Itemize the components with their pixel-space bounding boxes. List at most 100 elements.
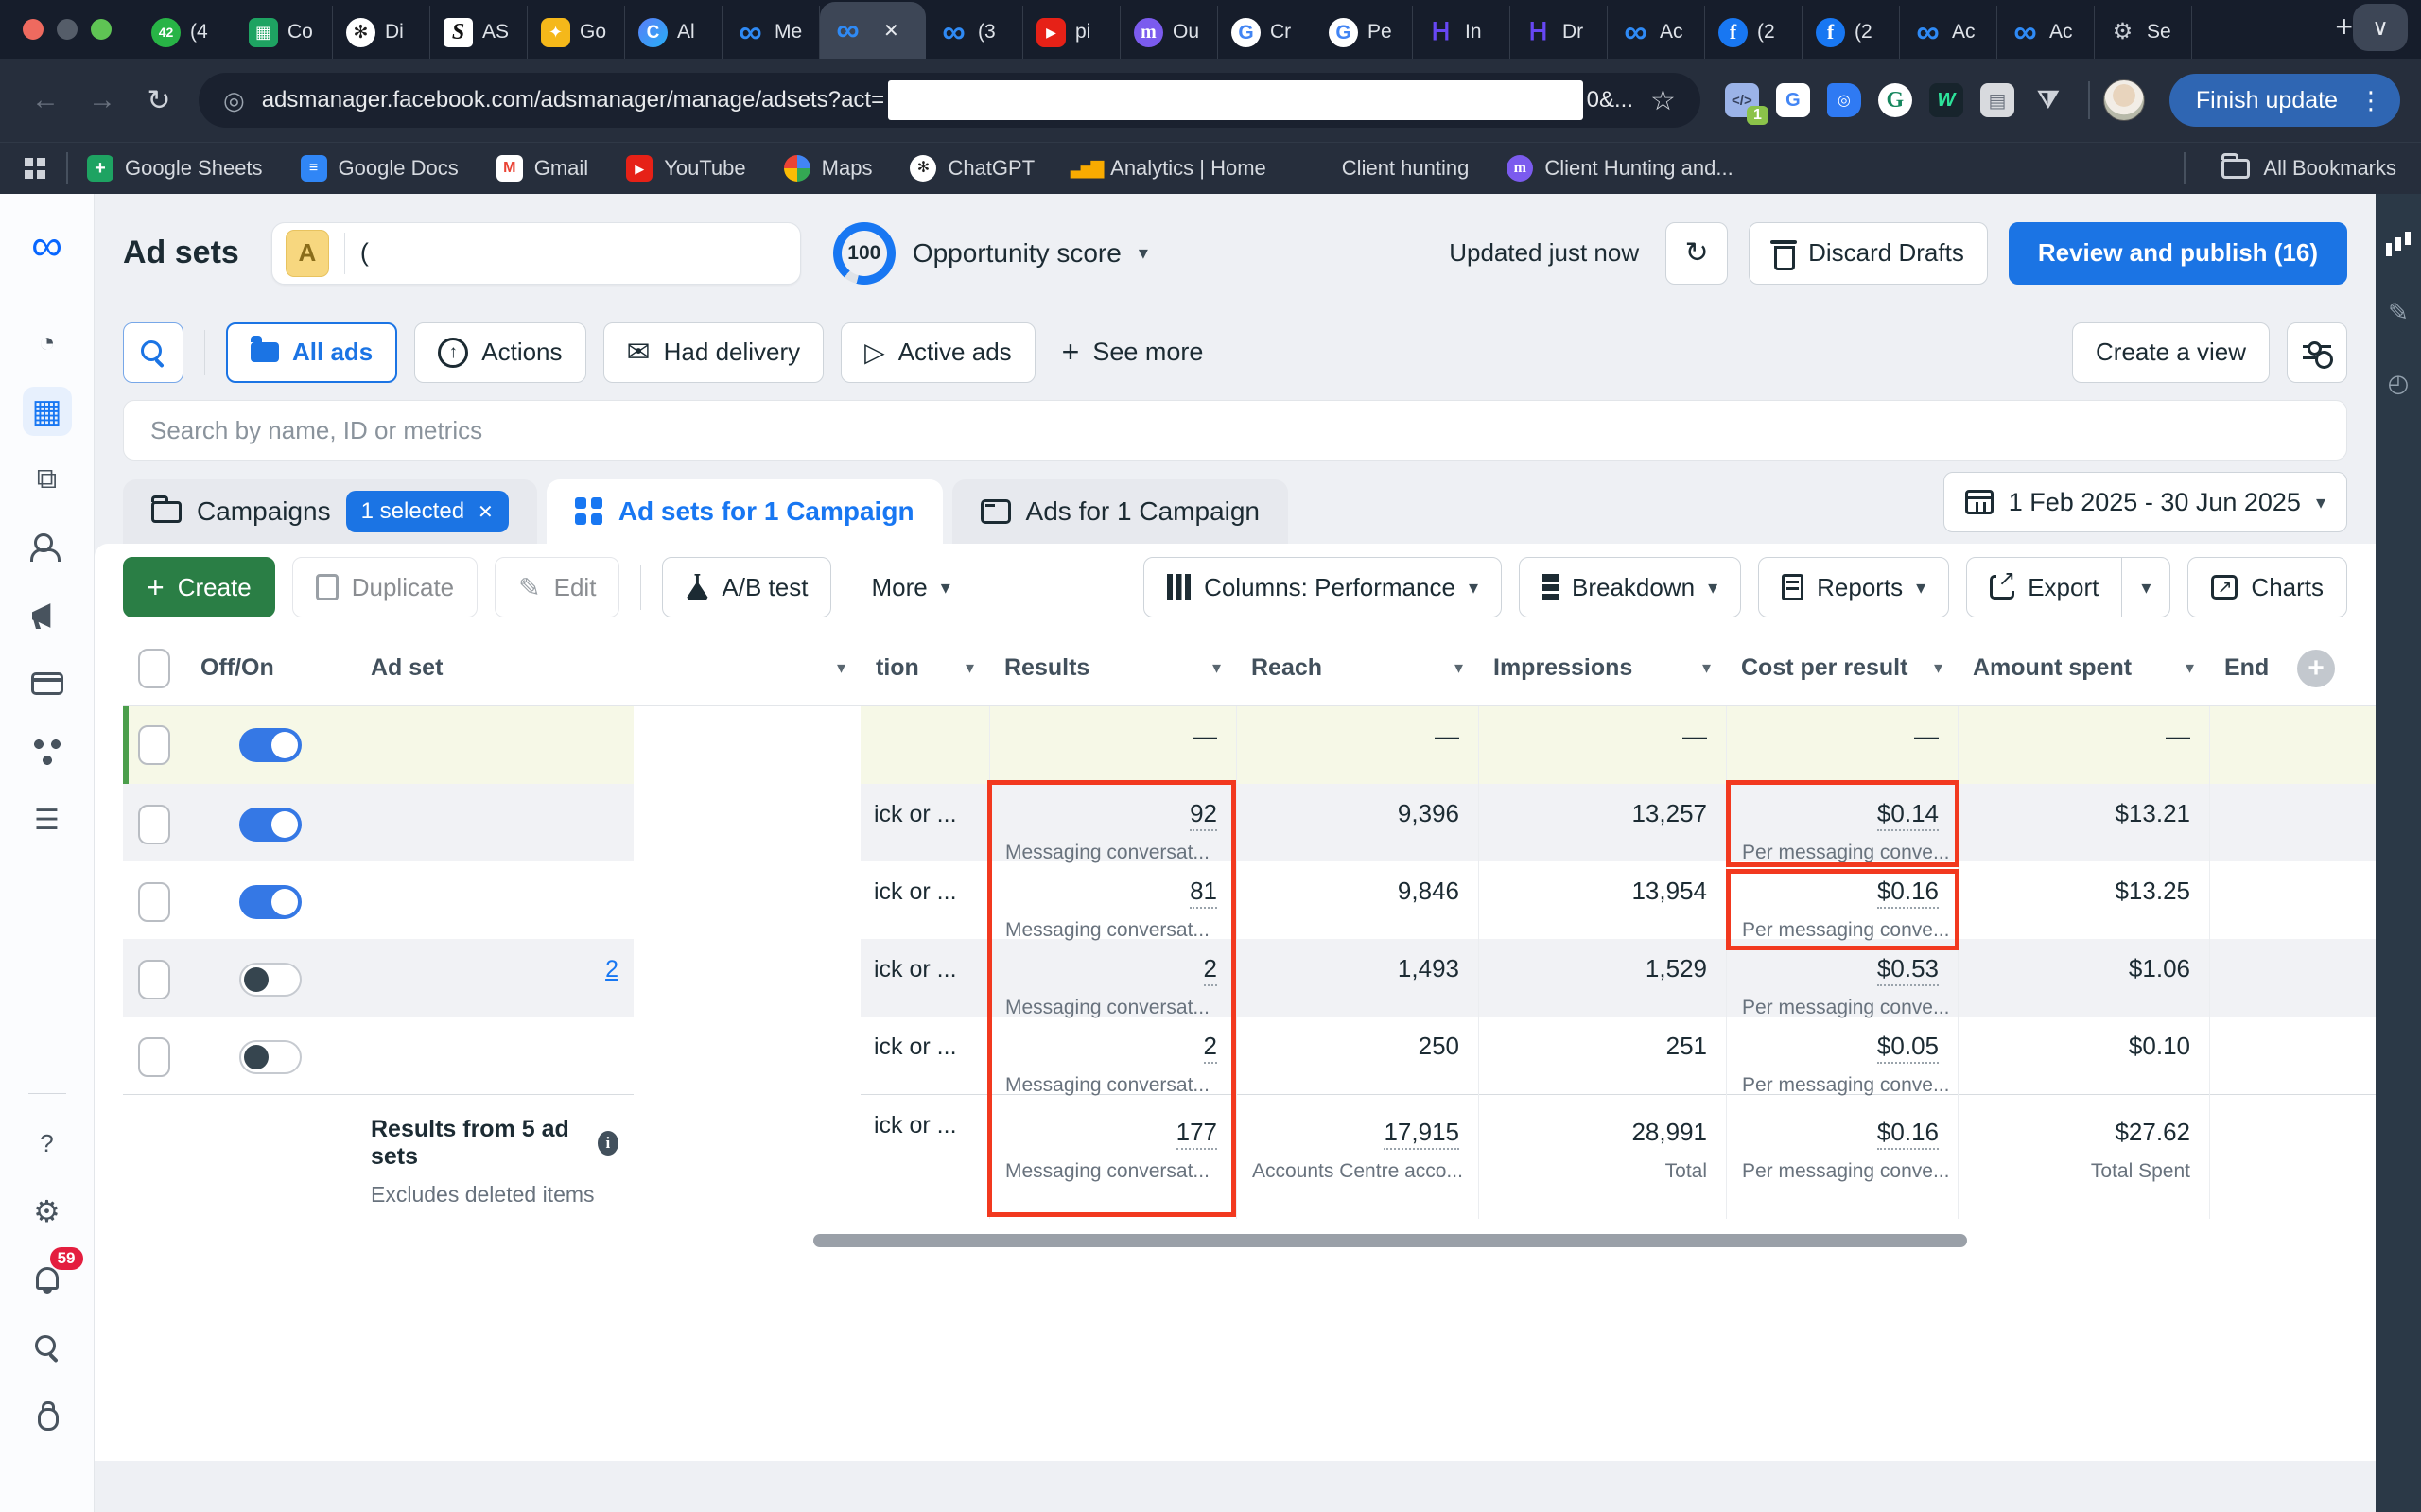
forward-icon[interactable]: →: [78, 76, 127, 125]
selected-filter-badge[interactable]: 1 selected: [345, 491, 509, 532]
ad-set-toggle[interactable]: [239, 884, 302, 919]
filter-search-button[interactable]: [123, 322, 183, 383]
notes-extension-icon[interactable]: ▤: [1979, 83, 2014, 117]
bookmark-item[interactable]: Client hunting: [1304, 155, 1470, 182]
tab-ads[interactable]: Ads for 1 Campaign: [951, 479, 1289, 544]
columns-button[interactable]: Columns: Performance ▾: [1143, 557, 1502, 617]
browser-tab[interactable]: Cr ✕: [1218, 6, 1315, 59]
audiences-people-icon[interactable]: [23, 523, 72, 572]
browser-tab[interactable]: Ac ✕: [1997, 6, 2095, 59]
bookmark-star-icon[interactable]: ☆: [1650, 84, 1676, 117]
charts-button[interactable]: Charts: [2187, 557, 2347, 617]
browser-tab[interactable]: Ac ✕: [1608, 6, 1705, 59]
create-view-button[interactable]: Create a view: [2072, 322, 2270, 383]
clear-selection-icon[interactable]: [478, 498, 494, 525]
bookmark-item[interactable]: Analytics | Home: [1072, 155, 1266, 182]
filter-had-delivery[interactable]: Had delivery: [602, 322, 825, 383]
browser-tab[interactable]: ✕: [820, 2, 926, 59]
export-button[interactable]: Export: [1967, 558, 2121, 617]
bookmark-item[interactable]: Gmail: [496, 155, 588, 182]
tag-extension-icon[interactable]: ◎: [1826, 83, 1861, 117]
billing-card-icon[interactable]: [23, 659, 72, 708]
browser-tab[interactable]: In ✕: [1413, 6, 1510, 59]
table-search-input[interactable]: Search by name, ID or metrics: [123, 400, 2347, 461]
col-end[interactable]: End: [2209, 631, 2282, 705]
history-clock-icon[interactable]: [2388, 369, 2410, 398]
row-checkbox[interactable]: [138, 959, 170, 999]
bookmark-item[interactable]: Client Hunting and...: [1507, 155, 1733, 182]
browser-tab[interactable]: Co ✕: [235, 6, 333, 59]
back-icon[interactable]: ←: [21, 76, 70, 125]
insights-bar-chart-icon[interactable]: [2386, 232, 2411, 256]
close-window-button[interactable]: [23, 19, 44, 40]
col-attribution-partial[interactable]: tion ▾: [861, 631, 989, 705]
settings-gear-icon[interactable]: [23, 1187, 72, 1236]
tab-campaigns[interactable]: Campaigns 1 selected: [123, 479, 537, 544]
ad-set-toggle[interactable]: [239, 807, 302, 842]
col-ad-set[interactable]: Ad set: [356, 631, 634, 705]
ad-set-toggle[interactable]: [239, 728, 302, 762]
review-publish-button[interactable]: Review and publish (16): [2008, 221, 2347, 285]
table-row[interactable]: ick or ... 81 Messaging conversat... 9,84…: [123, 861, 2376, 942]
account-overview-icon[interactable]: [23, 319, 72, 368]
grammarly-extension-icon[interactable]: G: [1877, 83, 1912, 117]
edit-pencil-icon[interactable]: [2388, 298, 2409, 327]
browser-tab[interactable]: Me ✕: [723, 6, 820, 59]
ab-test-button[interactable]: A/B test: [662, 557, 832, 617]
chevron-down-icon[interactable]: ▾: [1139, 241, 1148, 265]
col-ad-set-caret[interactable]: ▾: [634, 631, 861, 705]
w-extension-icon[interactable]: W: [1928, 83, 1963, 117]
browser-tab[interactable]: Go ✕: [528, 6, 625, 59]
table-row[interactable]: ick or ... 92 Messaging conversat... 9,39…: [123, 784, 2376, 864]
more-button[interactable]: More ▾: [848, 557, 972, 617]
browser-tab[interactable]: Ou ✕: [1121, 6, 1218, 59]
browser-tab[interactable]: (3 ✕: [926, 6, 1023, 59]
browser-tab[interactable]: Se ✕: [2095, 6, 2192, 59]
browser-tab[interactable]: (4 ✕: [138, 6, 235, 59]
browser-tab[interactable]: AS ✕: [430, 6, 528, 59]
bookmark-item[interactable]: ChatGPT: [910, 155, 1035, 182]
refresh-button[interactable]: [1665, 221, 1729, 285]
ad-set-toggle[interactable]: [239, 1039, 302, 1074]
browser-tab[interactable]: pi ✕: [1023, 6, 1121, 59]
browser-menu-kebab-icon[interactable]: ⋮: [2351, 86, 2391, 115]
browser-tab[interactable]: (2 ✕: [1705, 6, 1803, 59]
campaigns-grid-icon[interactable]: [22, 387, 72, 436]
help-icon[interactable]: [23, 1119, 72, 1168]
col-off-on[interactable]: Off/On: [185, 631, 356, 705]
tab-search-chevron-button[interactable]: ∨: [2353, 4, 2408, 51]
ad-set-toggle[interactable]: [239, 962, 302, 997]
translate-extension-icon[interactable]: G: [1775, 83, 1810, 117]
discard-drafts-button[interactable]: Discard Drafts: [1749, 221, 1988, 285]
reload-icon[interactable]: [134, 76, 183, 125]
ads-reporting-icon[interactable]: [23, 455, 72, 504]
notifications-bell-icon[interactable]: 59: [23, 1247, 83, 1304]
bookmark-item[interactable]: Google Docs: [300, 155, 459, 182]
opportunity-score[interactable]: 100 Opportunity score ▾: [832, 221, 1148, 285]
export-menu-button[interactable]: ▾: [2121, 558, 2169, 617]
browser-tab[interactable]: Al ✕: [625, 6, 723, 59]
duplicate-button[interactable]: Duplicate: [291, 557, 479, 617]
minimize-window-button[interactable]: [57, 19, 78, 40]
maximize-window-button[interactable]: [91, 19, 112, 40]
add-column-button[interactable]: +: [2297, 649, 2335, 687]
browser-tab[interactable]: Pe ✕: [1315, 6, 1413, 59]
row-checkbox[interactable]: [138, 804, 170, 844]
table-row[interactable]: ick or ... 2 Messaging conversat... 250 2…: [123, 1017, 2376, 1097]
bookmark-item[interactable]: Google Sheets: [87, 155, 263, 182]
all-tools-menu-icon[interactable]: [23, 795, 72, 844]
horizontal-scrollbar[interactable]: [813, 1234, 1967, 1247]
view-settings-button[interactable]: [2287, 322, 2347, 383]
bookmark-item[interactable]: YouTube: [626, 155, 746, 182]
filter-actions[interactable]: Actions: [414, 322, 586, 383]
reports-button[interactable]: Reports ▾: [1758, 557, 1950, 617]
filter-all-ads[interactable]: All ads: [226, 322, 398, 383]
sidebar-search-icon[interactable]: [23, 1323, 72, 1372]
row-checkbox[interactable]: [138, 881, 170, 922]
col-cost-per-result[interactable]: Cost per result ▾: [1726, 631, 1958, 705]
browser-tab[interactable]: Dr ✕: [1510, 6, 1608, 59]
row-checkbox[interactable]: [138, 1036, 170, 1077]
filter-active-ads[interactable]: Active ads: [841, 322, 1036, 383]
col-impressions[interactable]: Impressions ▾: [1478, 631, 1726, 705]
browser-tab[interactable]: Di ✕: [333, 6, 430, 59]
